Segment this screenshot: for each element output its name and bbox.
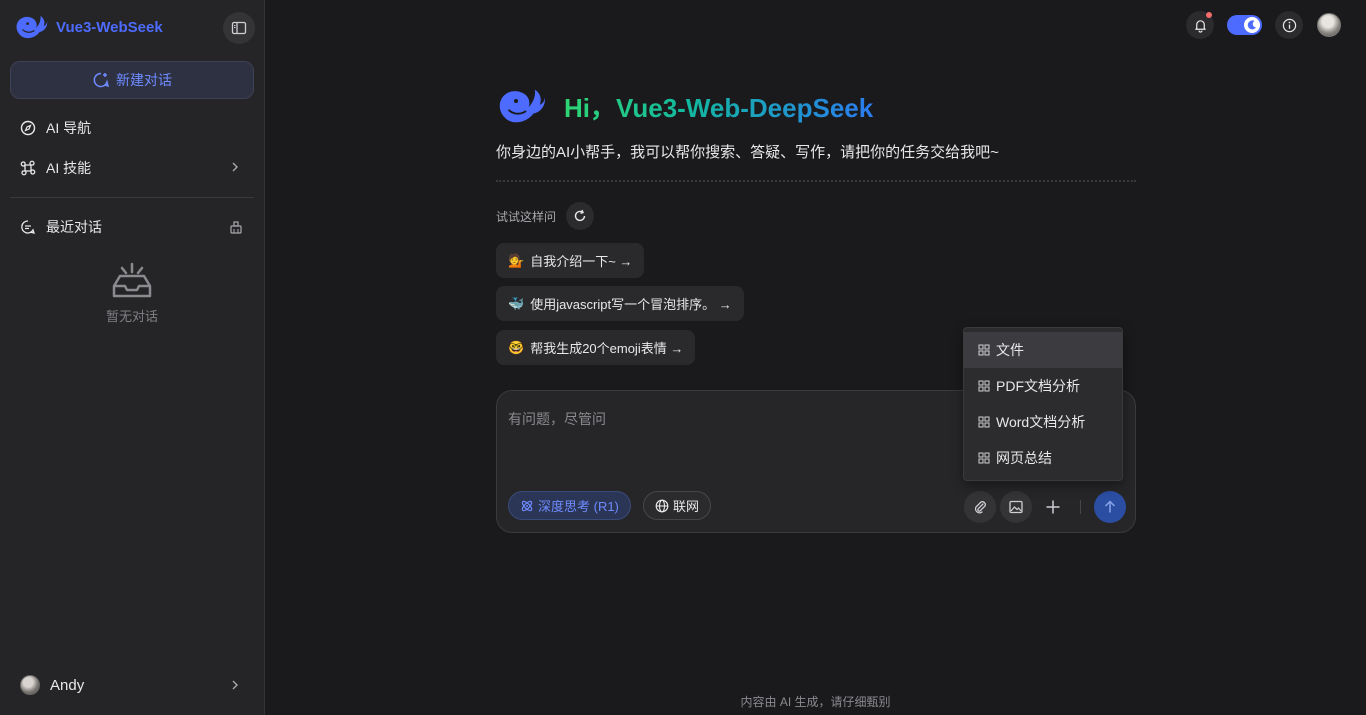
suggestion-text: 自我介绍一下~ →: [530, 254, 633, 269]
globe-icon: [655, 499, 669, 512]
avatar[interactable]: [1317, 13, 1341, 37]
menu-item-label: 文件: [996, 342, 1024, 358]
whale-logo-icon: [16, 15, 48, 39]
brand-name: Vue3-WebSeek: [56, 18, 163, 36]
avatar: [20, 675, 40, 695]
sidebar: Vue3-WebSeek 新建对话 AI 导航 AI 技能 最近对话 暂无对话 …: [0, 0, 265, 715]
theme-knob: [1244, 17, 1260, 33]
new-chat-label: 新建对话: [116, 72, 172, 88]
sidebar-divider: [10, 197, 254, 198]
dotted-divider: [496, 180, 1136, 182]
footer: 内容由 AI 生成，请仔细甄别: [0, 693, 1366, 710]
empty-label: 暂无对话: [105, 309, 158, 324]
new-chat-button[interactable]: 新建对话: [10, 61, 254, 99]
image-upload-button[interactable]: [1000, 491, 1032, 523]
web-search-toggle[interactable]: 联网: [643, 491, 712, 520]
chevron-right-icon: [232, 680, 238, 690]
notification-button[interactable]: [1186, 11, 1214, 39]
empty-state: 暂无对话: [97, 260, 167, 325]
web-search-label: 联网: [673, 499, 700, 514]
info-button[interactable]: [1275, 11, 1303, 39]
arrow-up-icon: [1104, 500, 1116, 513]
grid-icon: [978, 380, 990, 392]
refresh-icon: [574, 209, 586, 222]
menu-item-pdf-analysis[interactable]: PDF文档分析: [964, 368, 1122, 404]
whale-logo-icon: [499, 89, 545, 123]
recent-chats-header: 最近对话: [10, 210, 254, 244]
image-icon: [1009, 500, 1023, 514]
page-title: Hi，Vue3-Web-DeepSeek: [564, 88, 873, 125]
suggestion-chip[interactable]: 🐳 使用javascript写一个冒泡排序。 →: [496, 286, 744, 321]
suggestion-emoji: 🐳: [508, 295, 525, 311]
tools-dropdown-menu: 文件 PDF文档分析 Word文档分析 网页总结: [963, 327, 1123, 481]
menu-item-label: Word文档分析: [996, 414, 1086, 430]
suggestion-emoji: 💁: [508, 252, 525, 268]
grid-icon: [978, 416, 990, 428]
chat-input-placeholder[interactable]: 有问题，尽管问: [508, 409, 606, 429]
grid-icon: [978, 452, 990, 464]
paperclip-icon: [974, 501, 986, 514]
menu-item-file[interactable]: 文件: [964, 332, 1122, 368]
menu-item-word-analysis[interactable]: Word文档分析: [964, 404, 1122, 440]
info-icon: [1282, 18, 1296, 32]
deep-think-toggle[interactable]: 深度思考 (R1): [508, 491, 631, 520]
notification-dot: [1206, 12, 1212, 18]
plus-icon: [1046, 500, 1060, 514]
menu-item-label: PDF文档分析: [996, 378, 1080, 394]
sidebar-item-label: AI 导航: [46, 120, 92, 136]
clean-history-icon[interactable]: [228, 219, 244, 235]
chevron-right-icon: [232, 162, 238, 172]
grid-icon: [978, 344, 990, 356]
footer-disclaimer: 内容由 AI 生成，请仔细甄别: [740, 695, 891, 709]
suggestion-emoji: 🤓: [508, 339, 525, 355]
attach-button[interactable]: [964, 491, 996, 523]
moon-icon: [1247, 20, 1256, 30]
sidebar-item-label: AI 技能: [46, 160, 92, 176]
chat-bubble-icon: [21, 220, 35, 234]
atom-icon: [521, 500, 533, 511]
deep-think-label: 深度思考 (R1): [538, 499, 619, 514]
menu-item-label: 网页总结: [996, 450, 1052, 466]
sidebar-item-ai-skills[interactable]: AI 技能: [10, 150, 254, 186]
sidebar-panel-icon: [231, 21, 247, 35]
send-button[interactable]: [1094, 491, 1126, 523]
suggestion-text: 使用javascript写一个冒泡排序。 →: [530, 297, 732, 312]
suggestion-text: 帮我生成20个emoji表情 →: [530, 341, 684, 356]
theme-toggle[interactable]: [1227, 15, 1262, 35]
suggestion-chip[interactable]: 💁 自我介绍一下~ →: [496, 243, 645, 278]
menu-item-web-summary[interactable]: 网页总结: [964, 440, 1122, 476]
try-asking-label: 试试这样问: [496, 210, 557, 224]
sidebar-item-ai-nav[interactable]: AI 导航: [10, 110, 254, 146]
recent-chats-label: 最近对话: [46, 219, 102, 235]
brand[interactable]: Vue3-WebSeek: [14, 12, 163, 42]
compass-icon: [20, 120, 36, 136]
refresh-suggestions-button[interactable]: [566, 202, 594, 230]
page-subtitle: 你身边的AI小帮手，我可以帮你搜索、答疑、写作，请把你的任务交给我吧~: [496, 144, 999, 161]
empty-inbox-icon: [112, 262, 152, 298]
new-chat-icon: [93, 72, 110, 88]
suggestion-chip[interactable]: 🤓 帮我生成20个emoji表情 →: [496, 330, 696, 365]
bell-icon: [1194, 19, 1206, 33]
more-tools-button[interactable]: [1041, 495, 1065, 519]
command-icon: [20, 160, 36, 176]
sidebar-toggle-button[interactable]: [223, 12, 255, 44]
toolbar-separator: [1080, 500, 1081, 514]
hero-header: Hi，Vue3-Web-DeepSeek: [496, 84, 873, 128]
user-name: Andy: [50, 676, 85, 694]
